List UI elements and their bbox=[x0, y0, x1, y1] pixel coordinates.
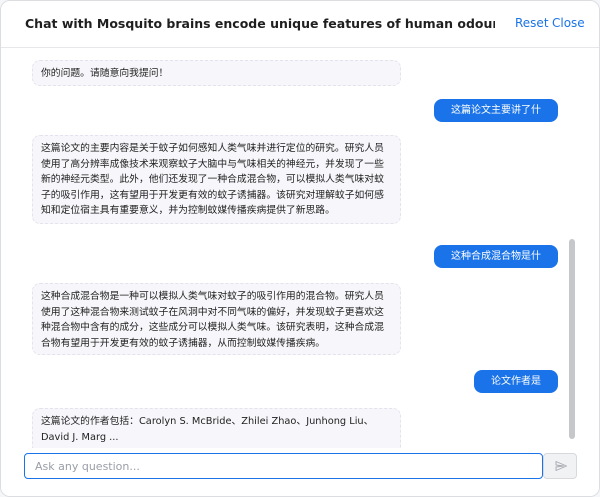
input-row bbox=[1, 449, 599, 496]
message-list: 你的问题。请随意向我提问！ 这篇论文主要讲了什么？ 这篇论文的主要内容是关于蚊子… bbox=[1, 48, 599, 448]
chat-scrollbar[interactable] bbox=[567, 61, 577, 441]
chat-header: Chat with Mosquito brains encode unique … bbox=[1, 1, 599, 48]
assistant-message: 这篇论文的主要内容是关于蚊子如何感知人类气味并进行定位的研究。研究人员使用了高分… bbox=[32, 135, 401, 224]
user-message: 论文作者是谁？ bbox=[474, 370, 558, 410]
scroll-thumb[interactable] bbox=[569, 239, 575, 439]
assistant-message: 你的问题。请随意向我提问！ bbox=[32, 60, 401, 86]
chat-window: Chat with Mosquito brains encode unique … bbox=[0, 0, 600, 497]
chat-title: Chat with Mosquito brains encode unique … bbox=[25, 16, 495, 31]
user-message: 这篇论文主要讲了什么？ bbox=[434, 99, 558, 139]
reset-button[interactable]: Reset bbox=[515, 16, 549, 30]
question-input[interactable] bbox=[24, 453, 543, 479]
send-icon bbox=[555, 461, 567, 471]
assistant-message: 这篇论文的作者包括：Carolyn S. McBride、Zhilei Zhao… bbox=[32, 408, 401, 448]
close-button[interactable]: Close bbox=[552, 16, 585, 30]
user-message: 这种合成混合物是什么？ bbox=[434, 245, 558, 285]
assistant-message: 这种合成混合物是一种可以模拟人类气味对蚊子的吸引作用的混合物。研究人员使用了这种… bbox=[32, 283, 401, 355]
send-button[interactable] bbox=[543, 453, 577, 479]
